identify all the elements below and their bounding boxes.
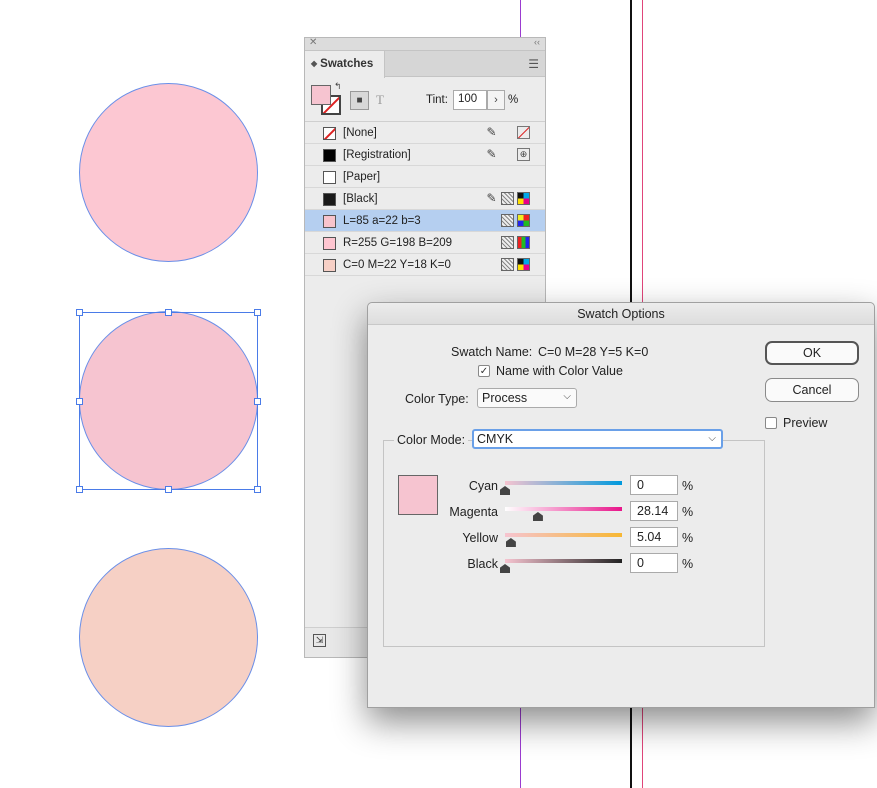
magenta-unit: %: [682, 505, 694, 519]
dialog-title[interactable]: Swatch Options: [368, 303, 874, 325]
process-color-icon: [501, 236, 514, 249]
tint-unit: %: [508, 94, 519, 106]
expand-toggle-icon[interactable]: ◆: [311, 59, 317, 68]
name-with-color-value-label: Name with Color Value: [496, 364, 623, 378]
swatch-name: [Registration]: [343, 149, 411, 161]
process-color-icon: [501, 214, 514, 227]
color-mode-label: Color Mode:: [394, 433, 469, 447]
preview-label: Preview: [783, 416, 828, 430]
lab-mode-icon: [517, 214, 530, 227]
resize-handle-br[interactable]: [254, 486, 261, 493]
selection-bounding-box[interactable]: [76, 309, 261, 493]
yellow-slider-track[interactable]: [505, 533, 622, 537]
swatches-toolbar: ↰ ■ T Tint: 100 › %: [305, 77, 545, 121]
tab-swatches[interactable]: ◆ Swatches: [305, 51, 385, 78]
tint-popup-button[interactable]: ›: [487, 90, 505, 110]
swap-fill-stroke-icon[interactable]: ↰: [334, 81, 342, 92]
swatch-chip: [323, 215, 336, 228]
chevron-down-icon: ⌵: [708, 433, 716, 444]
registration-icon: ⊕: [517, 148, 530, 161]
swatch-name-label: Swatch Name:: [451, 345, 533, 359]
panel-tab-bar: ◆ Swatches ☰: [305, 51, 545, 78]
swatch-row-lab[interactable]: L=85 a=22 b=3: [305, 210, 545, 232]
tab-swatches-label: Swatches: [320, 58, 374, 70]
circle-top[interactable]: [79, 83, 258, 262]
swatch-chip: [323, 259, 336, 272]
swatch-name: [None]: [343, 127, 377, 139]
non-editable-icon: ✎: [486, 191, 497, 205]
magenta-input[interactable]: 28.14: [630, 501, 678, 521]
black-unit: %: [682, 557, 694, 571]
close-icon[interactable]: ✕: [309, 37, 317, 48]
black-slider-track[interactable]: [505, 559, 622, 563]
cmyk-mode-icon: [517, 258, 530, 271]
swatch-name: [Paper]: [343, 171, 381, 183]
swatch-name: [Black]: [343, 193, 378, 205]
swatch-row-paper[interactable]: [Paper]: [305, 166, 545, 188]
magenta-label: Magenta: [449, 505, 498, 519]
color-mode-value: CMYK: [477, 432, 514, 446]
resize-handle-tc[interactable]: [165, 309, 172, 316]
formatting-affects-text-icon[interactable]: T: [376, 92, 384, 108]
black-label: Black: [467, 557, 498, 571]
swatch-name: C=0 M=22 Y=18 K=0: [343, 259, 451, 271]
color-type-value: Process: [482, 391, 528, 405]
swatch-row-registration[interactable]: [Registration] ✎ ⊕: [305, 144, 545, 166]
resize-handle-bl[interactable]: [76, 486, 83, 493]
cancel-button[interactable]: Cancel: [765, 378, 859, 402]
resize-handle-mr[interactable]: [254, 398, 261, 405]
resize-handle-bc[interactable]: [165, 486, 172, 493]
resize-handle-ml[interactable]: [76, 398, 83, 405]
fill-swatch-icon[interactable]: [311, 85, 331, 105]
swatch-chip: [323, 193, 336, 206]
rgb-mode-icon: [517, 236, 530, 249]
non-editable-icon: ✎: [486, 147, 497, 161]
cmyk-mode-icon: [517, 192, 530, 205]
color-type-label: Color Type:: [405, 392, 469, 406]
cyan-input[interactable]: 0: [630, 475, 678, 495]
process-color-icon: [501, 192, 514, 205]
black-input[interactable]: 0: [630, 553, 678, 573]
cyan-slider-track[interactable]: [505, 481, 622, 485]
fill-stroke-widget[interactable]: ↰: [311, 81, 342, 115]
circle-bottom[interactable]: [79, 548, 258, 727]
swatch-row-black[interactable]: [Black] ✎: [305, 188, 545, 210]
color-mode-select[interactable]: CMYK ⌵: [472, 429, 723, 449]
swatch-chip: [323, 149, 336, 162]
yellow-unit: %: [682, 531, 694, 545]
none-color-icon: [517, 126, 530, 139]
swatch-name-value: C=0 M=28 Y=5 K=0: [538, 345, 649, 359]
chevron-down-icon: ⌵: [563, 391, 571, 402]
formatting-affects-container-button[interactable]: ■: [350, 91, 369, 110]
yellow-input[interactable]: 5.04: [630, 527, 678, 547]
process-color-icon: [501, 258, 514, 271]
swatch-list: [None] ✎ [Registration] ✎ ⊕ [Paper] [Bla…: [305, 121, 545, 276]
resize-handle-tl[interactable]: [76, 309, 83, 316]
swatch-row-rgb[interactable]: R=255 G=198 B=209: [305, 232, 545, 254]
tint-input[interactable]: 100: [453, 90, 487, 110]
swatch-chip: [323, 237, 336, 250]
panel-title-bar[interactable]: ✕ ‹‹: [305, 37, 545, 51]
tint-label: Tint:: [426, 94, 448, 106]
cyan-unit: %: [682, 479, 694, 493]
swatch-row-none[interactable]: [None] ✎: [305, 122, 545, 144]
swatch-name: R=255 G=198 B=209: [343, 237, 453, 249]
color-type-select[interactable]: Process ⌵: [477, 388, 577, 408]
resize-handle-tr[interactable]: [254, 309, 261, 316]
cyan-label: Cyan: [468, 479, 498, 493]
panel-menu-icon[interactable]: ☰: [528, 57, 539, 71]
non-editable-icon: ✎: [486, 125, 497, 139]
swatch-options-dialog: Swatch Options Swatch Name: C=0 M=28 Y=5…: [367, 302, 875, 708]
yellow-label: Yellow: [462, 531, 498, 545]
show-swatch-kinds-icon[interactable]: ⇲: [313, 634, 326, 647]
name-with-color-value-checkbox[interactable]: ✓: [478, 365, 490, 377]
collapse-panel-icon[interactable]: ‹‹: [534, 37, 540, 47]
preview-checkbox[interactable]: [765, 417, 777, 429]
swatch-chip: [323, 127, 336, 140]
swatch-name: L=85 a=22 b=3: [343, 215, 421, 227]
swatch-chip: [323, 171, 336, 184]
ok-button[interactable]: OK: [765, 341, 859, 365]
swatch-row-cmyk[interactable]: C=0 M=22 Y=18 K=0: [305, 254, 545, 276]
magenta-slider-track[interactable]: [505, 507, 622, 511]
